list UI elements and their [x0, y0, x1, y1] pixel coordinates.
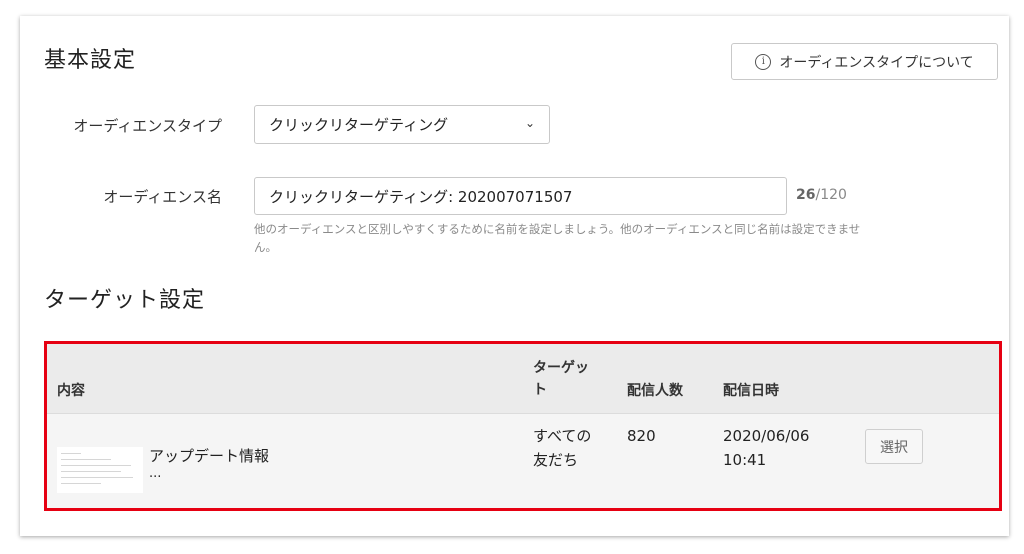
about-audience-type-button[interactable]: i オーディエンスタイプについて: [731, 43, 998, 80]
column-content: 内容: [57, 383, 85, 399]
row-ellipsis: ...: [149, 466, 162, 481]
name-help-text: 他のオーディエンスと区別しやすくするために名前を設定しましょう。他のオーディエン…: [254, 222, 861, 254]
basic-settings-title: 基本設定: [44, 48, 137, 73]
name-char-counter: 26/120: [796, 187, 847, 203]
row-target: すべての友だち: [533, 427, 592, 469]
column-target: ターゲット: [533, 360, 589, 398]
settings-card: 基本設定 i オーディエンスタイプについて オーディエンスタイプ クリックリター…: [20, 16, 1009, 536]
row-count: 820: [627, 427, 656, 445]
target-settings-title: ターゲット設定: [44, 288, 206, 313]
audience-name-label: オーディエンス名: [103, 188, 222, 206]
chevron-down-icon: ⌄: [524, 116, 535, 130]
audience-type-select[interactable]: クリックリターゲティング ⌄: [254, 105, 550, 144]
message-thumbnail: [57, 447, 143, 493]
table-header: 内容 ターゲット 配信人数 配信日時: [47, 344, 999, 414]
column-datetime: 配信日時: [723, 383, 779, 399]
info-icon: i: [755, 53, 772, 70]
select-button[interactable]: 選択: [865, 429, 923, 464]
audience-name-input[interactable]: クリックリターゲティング: 202007071507: [254, 177, 787, 215]
row-title: アップデート情報: [149, 447, 270, 465]
counter-current: 26: [796, 187, 816, 203]
about-button-label: オーディエンスタイプについて: [779, 54, 974, 71]
audience-type-label: オーディエンスタイプ: [73, 117, 222, 135]
row-date: 2020/06/06: [723, 427, 810, 445]
table-row[interactable]: アップデート情報 ... すべての友だち 820 2020/06/06 10:4…: [47, 414, 999, 508]
audience-name-value: クリックリターゲティング: 202007071507: [269, 187, 573, 206]
counter-max: /120: [815, 187, 847, 203]
column-count: 配信人数: [627, 383, 683, 399]
audience-type-value: クリックリターゲティング: [269, 116, 449, 134]
target-table: 内容 ターゲット 配信人数 配信日時 アップデート情報 ... すべての友だち …: [44, 341, 1002, 511]
row-time: 10:41: [723, 451, 767, 469]
